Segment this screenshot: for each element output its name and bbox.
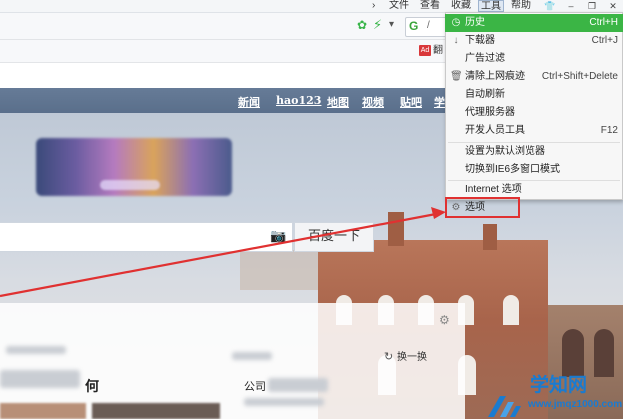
chevron-down-icon[interactable]: ▾ [389, 19, 401, 31]
download-icon: ↓ [453, 35, 459, 46]
gear-icon[interactable]: ⚙ [439, 314, 450, 326]
highlight-box [445, 197, 520, 218]
camera-icon[interactable]: 📷 [270, 229, 286, 243]
nav-forward-icon[interactable]: › [372, 0, 375, 12]
menu-item-adfilter[interactable]: 广告过滤 [445, 50, 623, 68]
swap-button[interactable]: 换一换 [397, 352, 427, 364]
close-icon[interactable]: ✕ [603, 0, 623, 12]
restore-icon[interactable]: ❐ [582, 0, 602, 12]
adblock-icon[interactable]: Ad [419, 45, 431, 56]
blurred-text [232, 352, 272, 360]
nav-link-video[interactable]: 视频 [362, 94, 384, 110]
news-thumbnail[interactable] [0, 403, 86, 419]
blurred-text [268, 378, 328, 392]
menu-file[interactable]: 文件 [389, 0, 409, 12]
menu-help[interactable]: 帮助 [511, 0, 531, 12]
history-icon: ◷ [451, 17, 461, 28]
menu-item-clear-traces[interactable]: 🗑 清除上网痕迹 Ctrl+Shift+Delete [445, 68, 623, 86]
trash-icon: 🗑 [450, 71, 463, 82]
menu-item-set-default[interactable]: 设置为默认浏览器 [445, 143, 623, 161]
nav-link-map[interactable]: 地图 [327, 94, 349, 110]
nav-link-tieba[interactable]: 贴吧 [400, 94, 422, 110]
blurred-text [0, 370, 80, 388]
feed-title[interactable]: 公司 [244, 380, 266, 394]
refresh-icon[interactable]: ↻ [384, 351, 393, 363]
translate-button[interactable]: 翻 [433, 44, 443, 57]
menu-tools[interactable]: 工具 [478, 0, 504, 12]
security-icon[interactable]: ✿ [357, 19, 369, 31]
speed-mode-icon[interactable]: ⚡ [373, 18, 383, 32]
watermark-logo [488, 396, 521, 417]
blurred-text [6, 346, 66, 354]
minimize-icon[interactable]: – [561, 0, 581, 12]
menu-item-history[interactable]: ◷ 历史 Ctrl+H [445, 14, 623, 32]
watermark-name: 学知网 [530, 374, 588, 396]
search-button[interactable]: 百度一下 [294, 222, 374, 252]
doodle-logo-detail [100, 180, 160, 190]
blurred-text [244, 398, 324, 406]
watermark-url: www.jmqz1000.com [528, 399, 623, 410]
search-engine-icon[interactable]: G [409, 19, 418, 33]
menu-item-devtools[interactable]: 开发人员工具 F12 [445, 122, 623, 140]
nav-link-news[interactable]: 新闻 [238, 94, 260, 110]
nav-link-hao123[interactable]: hao123 [276, 94, 321, 107]
nav-link-more[interactable]: 学 [434, 94, 445, 110]
menu-item-ie6-mode[interactable]: 切换到IE6多窗口模式 [445, 161, 623, 179]
feed-title[interactable]: 何 [85, 378, 99, 394]
content-panel [0, 303, 465, 419]
search-input[interactable] [0, 222, 293, 252]
menu-item-downloader[interactable]: ↓ 下载器 Ctrl+J [445, 32, 623, 50]
search-input[interactable]: / [427, 20, 430, 31]
menu-item-proxy[interactable]: 代理服务器 [445, 104, 623, 122]
menu-view[interactable]: 查看 [420, 0, 440, 12]
background-rooftop [240, 250, 330, 290]
news-thumbnail[interactable] [92, 403, 220, 419]
shirt-icon[interactable]: 👕 [540, 0, 560, 12]
menu-favorites[interactable]: 收藏 [451, 0, 471, 12]
menu-item-auto-refresh[interactable]: 自动刷新 [445, 86, 623, 104]
